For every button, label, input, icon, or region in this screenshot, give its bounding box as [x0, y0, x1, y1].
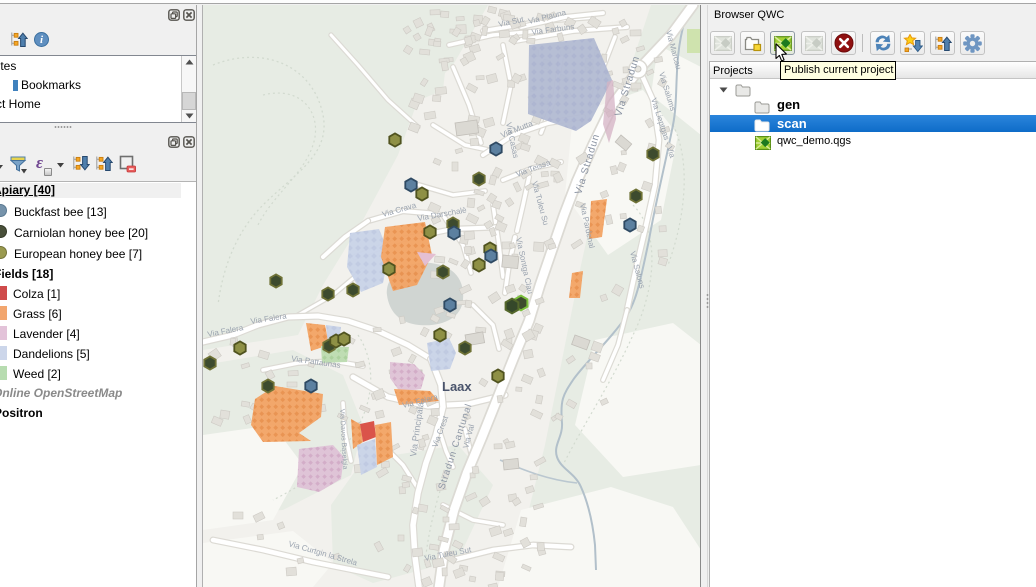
svg-text:Laax: Laax: [442, 379, 472, 394]
